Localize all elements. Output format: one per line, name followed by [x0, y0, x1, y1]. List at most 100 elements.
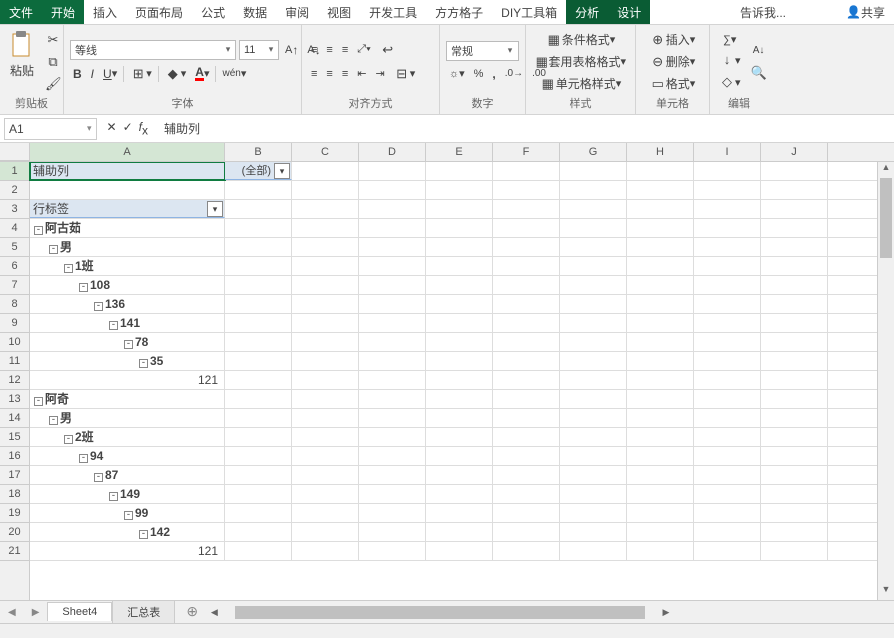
cell[interactable]: [292, 409, 359, 427]
font-size-combo[interactable]: ▾: [239, 40, 279, 60]
orientation-button[interactable]: ⤢▾: [354, 41, 373, 58]
row-header[interactable]: 17: [0, 466, 29, 485]
collapse-icon[interactable]: -: [139, 530, 148, 539]
cell[interactable]: [627, 295, 694, 313]
scroll-up-arrow[interactable]: ▲: [878, 162, 894, 178]
sheet-tab-other[interactable]: 汇总表: [112, 600, 175, 623]
tab-review[interactable]: 审阅: [276, 0, 318, 24]
cell[interactable]: [694, 428, 761, 446]
cell[interactable]: [761, 162, 828, 180]
cell[interactable]: [359, 371, 426, 389]
tab-file[interactable]: 文件: [0, 0, 42, 24]
cell[interactable]: [761, 219, 828, 237]
cell[interactable]: [292, 257, 359, 275]
collapse-icon[interactable]: -: [34, 226, 43, 235]
cell[interactable]: [426, 276, 493, 294]
cell[interactable]: [292, 219, 359, 237]
fx-button[interactable]: fx: [139, 120, 148, 137]
cell[interactable]: [426, 466, 493, 484]
cell[interactable]: [359, 219, 426, 237]
cell[interactable]: -108: [30, 276, 225, 294]
cell[interactable]: [30, 181, 225, 199]
chevron-down-icon[interactable]: ▾: [503, 45, 517, 56]
cell[interactable]: [761, 257, 828, 275]
cell[interactable]: [292, 485, 359, 503]
col-header-J[interactable]: J: [761, 143, 828, 161]
cell[interactable]: [627, 181, 694, 199]
cell[interactable]: [292, 200, 359, 218]
cell[interactable]: [694, 238, 761, 256]
cell[interactable]: [225, 314, 292, 332]
cell[interactable]: 辅助列: [30, 162, 225, 180]
cell[interactable]: [225, 333, 292, 351]
collapse-icon[interactable]: -: [94, 302, 103, 311]
cell[interactable]: [761, 314, 828, 332]
cell[interactable]: [694, 219, 761, 237]
cell[interactable]: [761, 428, 828, 446]
tab-insert[interactable]: 插入: [84, 0, 126, 24]
cell[interactable]: [627, 523, 694, 541]
cell[interactable]: [225, 181, 292, 199]
cell[interactable]: [493, 257, 560, 275]
row-header[interactable]: 11: [0, 352, 29, 371]
cell[interactable]: [493, 276, 560, 294]
cell[interactable]: [694, 276, 761, 294]
underline-button[interactable]: U ▾: [100, 65, 120, 83]
cell[interactable]: [225, 390, 292, 408]
autosum-button[interactable]: ∑▾: [716, 31, 744, 48]
sheet-nav-prev[interactable]: ◀: [0, 607, 24, 618]
cell[interactable]: [560, 200, 627, 218]
cell[interactable]: [694, 314, 761, 332]
cell[interactable]: [560, 162, 627, 180]
tab-home[interactable]: 开始: [42, 0, 84, 24]
cell[interactable]: [761, 523, 828, 541]
cell[interactable]: [426, 523, 493, 541]
cell[interactable]: [560, 295, 627, 313]
cell[interactable]: [292, 371, 359, 389]
cell[interactable]: [627, 390, 694, 408]
cell[interactable]: (全部)▾: [225, 162, 292, 180]
insert-cells-button[interactable]: ⊕ 插入 ▾: [642, 29, 703, 50]
filter-dropdown[interactable]: ▾: [274, 163, 290, 179]
cell[interactable]: [292, 447, 359, 465]
row-header[interactable]: 1: [0, 162, 29, 181]
cell[interactable]: [627, 219, 694, 237]
collapse-icon[interactable]: -: [49, 245, 58, 254]
collapse-icon[interactable]: -: [139, 359, 148, 368]
cell[interactable]: [225, 371, 292, 389]
cell[interactable]: [426, 295, 493, 313]
cell[interactable]: [627, 314, 694, 332]
table-format-button[interactable]: ▦ 套用表格格式 ▾: [532, 51, 629, 72]
cell[interactable]: [426, 371, 493, 389]
cell[interactable]: [627, 447, 694, 465]
italic-button[interactable]: I: [88, 65, 97, 83]
row-header[interactable]: 12: [0, 371, 29, 390]
cell[interactable]: [694, 200, 761, 218]
indent-inc-button[interactable]: ⇥: [372, 65, 387, 82]
cell[interactable]: [426, 181, 493, 199]
cell[interactable]: [761, 371, 828, 389]
cell[interactable]: [761, 295, 828, 313]
col-header-I[interactable]: I: [694, 143, 761, 161]
cell[interactable]: [225, 409, 292, 427]
cell[interactable]: [359, 181, 426, 199]
cell[interactable]: [560, 523, 627, 541]
cell[interactable]: [694, 542, 761, 560]
cell[interactable]: [761, 238, 828, 256]
cell[interactable]: [694, 447, 761, 465]
cell[interactable]: [560, 352, 627, 370]
fill-color-button[interactable]: ◆▾: [162, 64, 190, 84]
bold-button[interactable]: B: [70, 65, 85, 83]
cell[interactable]: [292, 333, 359, 351]
cell[interactable]: [426, 162, 493, 180]
cell[interactable]: -99: [30, 504, 225, 522]
cell[interactable]: [761, 409, 828, 427]
cell[interactable]: [493, 542, 560, 560]
cell[interactable]: [426, 390, 493, 408]
cell[interactable]: -1班: [30, 257, 225, 275]
cell[interactable]: -阿古茹: [30, 219, 225, 237]
cell[interactable]: [627, 200, 694, 218]
cell[interactable]: [426, 542, 493, 560]
tab-formulas[interactable]: 公式: [192, 0, 234, 24]
cell[interactable]: [292, 466, 359, 484]
